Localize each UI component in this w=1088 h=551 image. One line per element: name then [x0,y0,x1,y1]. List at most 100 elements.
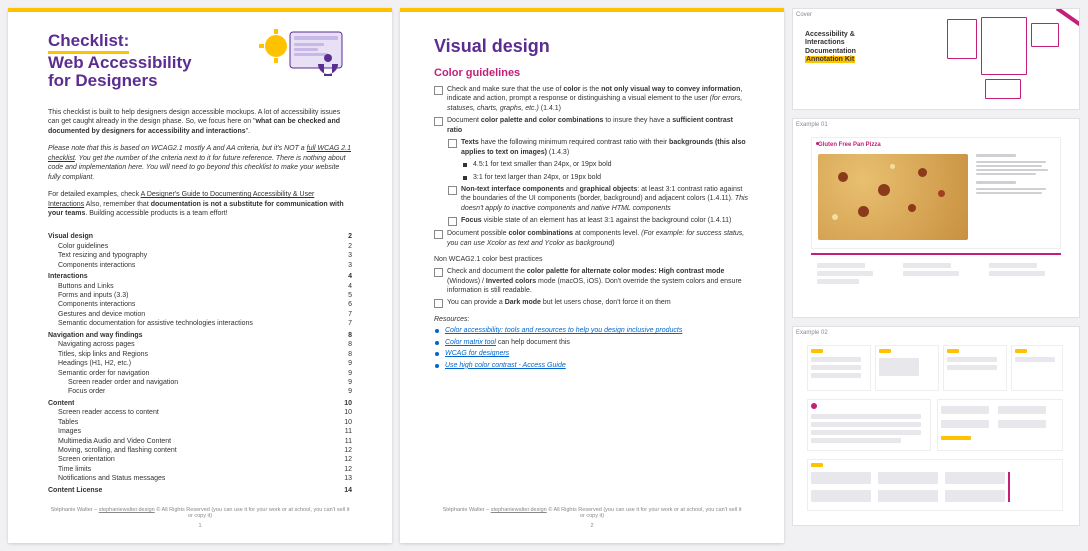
checklist-text: 4.5:1 for text smaller than 24px, or 19p… [473,160,750,169]
checkbox[interactable] [448,186,457,195]
checkbox[interactable] [434,117,443,126]
toc-label: Semantic order for navigation [58,369,149,378]
bullet-icon [435,329,439,333]
checkbox[interactable] [434,299,443,308]
toc-label: Gestures and device motion [58,310,145,319]
toc-page: 11 [336,437,352,446]
accent-bar [8,8,392,12]
toc-page: 12 [336,446,352,455]
cover-wireframe [939,9,1079,109]
resource-link[interactable]: Use high color contrast - Access Guide [445,362,566,369]
checklist-item: You can provide a Dark mode but let user… [434,298,750,308]
toc-row[interactable]: Text resizing and typography3 [48,251,352,260]
toc-label: Tables [58,418,78,427]
resource-item: Color accessibility: tools and resources… [434,326,750,335]
checkbox[interactable] [448,139,457,148]
checklist-text: Non-text interface components and graphi… [461,185,750,213]
toc-page: 4 [336,272,352,281]
heading-visual-design: Visual design [434,36,750,57]
toc-row[interactable]: Screen orientation12 [48,455,352,464]
toc-page: 5 [336,291,352,300]
toc-row[interactable]: Forms and inputs (3.3)5 [48,291,352,300]
toc-row[interactable]: Interactions4 [48,272,352,281]
toc-label: Visual design [48,232,93,241]
footer-author: Stéphanie Walter – [443,507,491,513]
checklist-color: Check and make sure that the use of colo… [434,85,750,248]
toc-page: 7 [336,319,352,328]
page-number: 1 [48,523,352,529]
toc-row[interactable]: Focus order9 [48,387,352,396]
footer-site-link[interactable]: stephaniewalter.design [99,507,155,513]
toc-row[interactable]: Components interactions3 [48,261,352,270]
toc-page: 12 [336,465,352,474]
resource-item: WCAG for designers [434,349,750,358]
toc-label: Screen reader order and navigation [68,378,178,387]
toc-row[interactable]: Components interactions6 [48,300,352,309]
example-title: Gluten Free Pan Pizza [818,142,881,148]
toc-page: 9 [336,369,352,378]
toc-row[interactable]: Buttons and Links4 [48,282,352,291]
toc-page: 3 [336,261,352,270]
kit-title: Accessibility & Interactions Documentati… [805,31,856,65]
checkbox[interactable] [434,230,443,239]
toc-row[interactable]: Multimedia Audio and Video Content11 [48,437,352,446]
toc-row[interactable]: Semantic documentation for assistive tec… [48,319,352,328]
resource-link[interactable]: Color matrix tool [445,339,496,346]
bullet-icon [463,176,467,180]
toc-row[interactable]: Notifications and Status messages13 [48,474,352,483]
footer-site-link[interactable]: stephaniewalter.design [491,507,547,513]
checkbox[interactable] [434,86,443,95]
toc-row[interactable]: Headings (H1, H2, etc.)9 [48,359,352,368]
toc-label: Content License [48,486,102,495]
footer-author: Stéphanie Walter – [51,507,99,513]
resources-list: Color accessibility: tools and resources… [434,326,750,370]
checklist-item: Document possible color combinations at … [434,229,750,248]
toc-row[interactable]: Time limits12 [48,465,352,474]
toc-row[interactable]: Visual design 2 [48,232,352,241]
toc-row[interactable]: Content10 [48,399,352,408]
toc-page: 9 [336,378,352,387]
resource-link[interactable]: WCAG for designers [445,350,509,357]
checkbox[interactable] [448,217,457,226]
resource-link[interactable]: Color accessibility: tools and resources… [445,327,682,334]
checklist-item: 4.5:1 for text smaller than 24px, or 19p… [462,160,750,169]
kit-l4: Annotation Kit [805,56,855,63]
toc-row[interactable]: Content License14 [48,486,352,495]
toc-row[interactable]: Semantic order for navigation 9 [48,369,352,378]
toc-page: 8 [336,350,352,359]
toc-label: Semantic documentation for assistive tec… [58,319,253,328]
toc-page: 2 [336,232,352,241]
toc-row[interactable]: Titles, skip links and Regions 8 [48,350,352,359]
toc-label: Notifications and Status messages [58,474,165,483]
thumb-example-01[interactable]: Example 01 Gluten Free Pan Pizza [792,118,1080,318]
toc-row[interactable]: Gestures and device motion 7 [48,310,352,319]
toc-label: Buttons and Links [58,282,114,291]
toc-row[interactable]: Screen reader access to content10 [48,408,352,417]
thumb-cover[interactable]: Cover Accessibility & Interactions Docum… [792,8,1080,110]
heading-color-guidelines: Color guidelines [434,67,750,79]
thumb-label: Example 01 [796,122,828,128]
page-2: Visual design Color guidelines Check and… [400,8,784,543]
toc-page: 7 [336,310,352,319]
footer-rights: © All Rights Reserved (you can use it fo… [155,507,350,519]
toc-label: Moving, scrolling, and flashing content [58,446,177,455]
checklist-item: Non-text interface components and graphi… [448,185,750,213]
toc-row[interactable]: Navigating across pages8 [48,340,352,349]
intro-p3a: For detailed examples, check [48,191,141,198]
title-block: Checklist: Web Accessibility for Designe… [48,32,352,92]
toc-row[interactable]: Color guidelines2 [48,242,352,251]
toc-row[interactable]: Tables10 [48,418,352,427]
checkbox[interactable] [434,268,443,277]
resource-item: Color matrix tool can help document this [434,338,750,347]
checklist-text: Document possible color combinations at … [447,229,750,248]
toc-row[interactable]: Screen reader order and navigation 9 [48,378,352,387]
checklist-item: Check and document the color palette for… [434,267,750,295]
toc-page: 11 [336,427,352,436]
checklist-text: Focus visible state of an element has at… [461,216,750,225]
toc-row[interactable]: Images11 [48,427,352,436]
toc-row[interactable]: Moving, scrolling, and flashing content 1… [48,446,352,455]
toc-row[interactable]: Navigation and way findings8 [48,331,352,340]
thumb-example-02[interactable]: Example 02 [792,326,1080,526]
toc-label: Titles, skip links and Regions [58,350,148,359]
thumb-label: Cover [796,12,812,18]
